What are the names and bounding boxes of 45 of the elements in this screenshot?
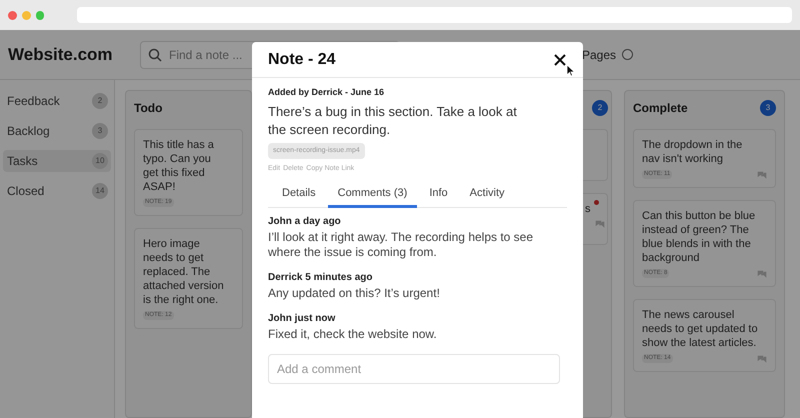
search-icon [148,48,162,62]
comment-icon [757,354,767,362]
tab[interactable]: Info [419,182,458,208]
sidebar-item[interactable]: Tasks 10 [3,150,111,172]
comment-author: Derrick 5 minutes ago [268,270,374,284]
comment-icon [595,220,605,228]
tab[interactable]: Activity [460,182,515,208]
pages-label: Pages [582,46,616,64]
column-title: Complete [633,100,688,117]
comment-text: Fixed it, check the website now. [268,326,438,342]
count-badge: 2 [592,100,608,116]
note-text: The dropdown in the nav isn't working [642,138,744,166]
cursor-icon [566,64,575,77]
brand-title: Website.com [8,44,114,66]
pages-radio[interactable] [622,49,634,60]
note-card[interactable] [583,129,608,181]
count-badge: 10 [92,153,108,169]
count-badge: 3 [92,123,108,139]
note-card[interactable]: s [583,193,608,245]
comment-icon [757,270,767,278]
comment-text: Any updated on this? It’s urgent! [268,286,441,300]
sidebar-item[interactable]: Backlog 3 [3,120,111,142]
comment-icon [757,170,767,178]
close-icon [554,54,566,66]
modal-title: Note - 24 [268,50,336,70]
column-title: Todo [134,100,162,117]
note-text: Can this button be blue instead of green? The blue blends in with the background [642,209,756,265]
comment-author: John just now [268,312,336,326]
comment-text: I’ll look at it right away. The recording helps to see where the issue is coming from. [268,230,534,260]
count-badge: 14 [92,183,108,199]
note-text: Hero image needs to get replaced. The attached version is the right one. [143,237,225,307]
note-text: s [585,202,590,216]
comment-field[interactable]: Add a comment [268,354,560,384]
note-description: There’s a bug in this section. Take a look at the screen recording. [268,102,518,138]
note-meta: Added by Derrick - June 16 [268,86,386,99]
tab[interactable]: Comments (3) [328,182,418,208]
count-badge: 3 [760,100,776,116]
note-text: This title has a typo. Can you get this fixed ASAP! [143,138,215,194]
count-badge: 2 [92,93,108,109]
comment-author: John a day ago [268,214,342,228]
tab[interactable]: Details [272,182,326,208]
sidebar-item[interactable]: Feedback 2 [3,90,111,112]
close-button[interactable] [553,52,567,66]
note-text: The news carousel needs to get updated to show the latest articles. [642,308,759,350]
sidebar-item[interactable]: Closed 14 [3,180,111,202]
